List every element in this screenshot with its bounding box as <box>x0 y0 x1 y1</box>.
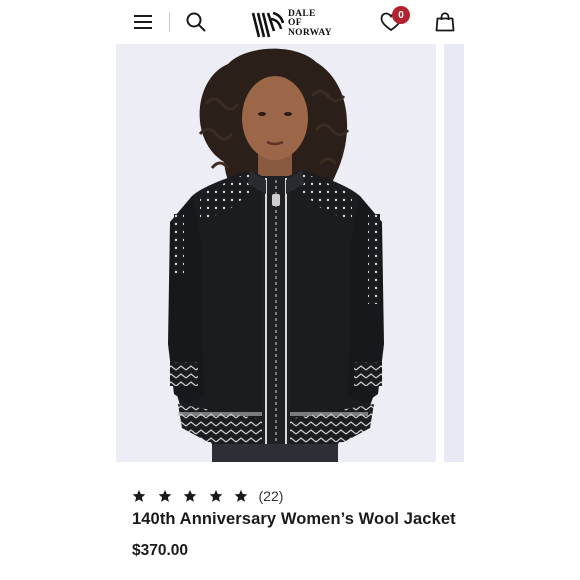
star-icon <box>132 489 146 502</box>
brand-logo[interactable]: DALE OF NORWAY <box>251 8 341 40</box>
star-icon <box>234 489 248 502</box>
product-image[interactable] <box>116 44 436 462</box>
star-icon <box>209 489 222 502</box>
logo-mark-icon <box>251 11 285 38</box>
cart-button[interactable] <box>434 10 456 34</box>
product-photo-illustration <box>116 44 436 462</box>
search-icon <box>186 12 206 32</box>
menu-button[interactable] <box>132 11 154 33</box>
shopping-bag-icon <box>435 12 455 32</box>
star-icon <box>183 489 197 502</box>
product-page: DALE OF NORWAY 0 (22) 140th Anniversary … <box>0 0 580 580</box>
next-image-preview[interactable] <box>444 44 464 462</box>
product-price: $370.00 <box>132 542 189 559</box>
logo-line-3: NORWAY <box>288 27 332 38</box>
star-icon <box>158 489 171 502</box>
wishlist-count-badge: 0 <box>392 6 410 24</box>
hamburger-menu-icon <box>134 15 152 29</box>
header-divider <box>169 12 170 32</box>
product-rating[interactable]: (22) <box>132 487 283 505</box>
search-button[interactable] <box>185 11 207 33</box>
site-header: DALE OF NORWAY 0 <box>0 0 580 44</box>
logo-wordmark: DALE OF NORWAY <box>288 9 332 39</box>
product-title[interactable]: 140th Anniversary Women’s Wool Jacket <box>132 510 456 529</box>
review-count[interactable]: (22) <box>259 488 284 504</box>
